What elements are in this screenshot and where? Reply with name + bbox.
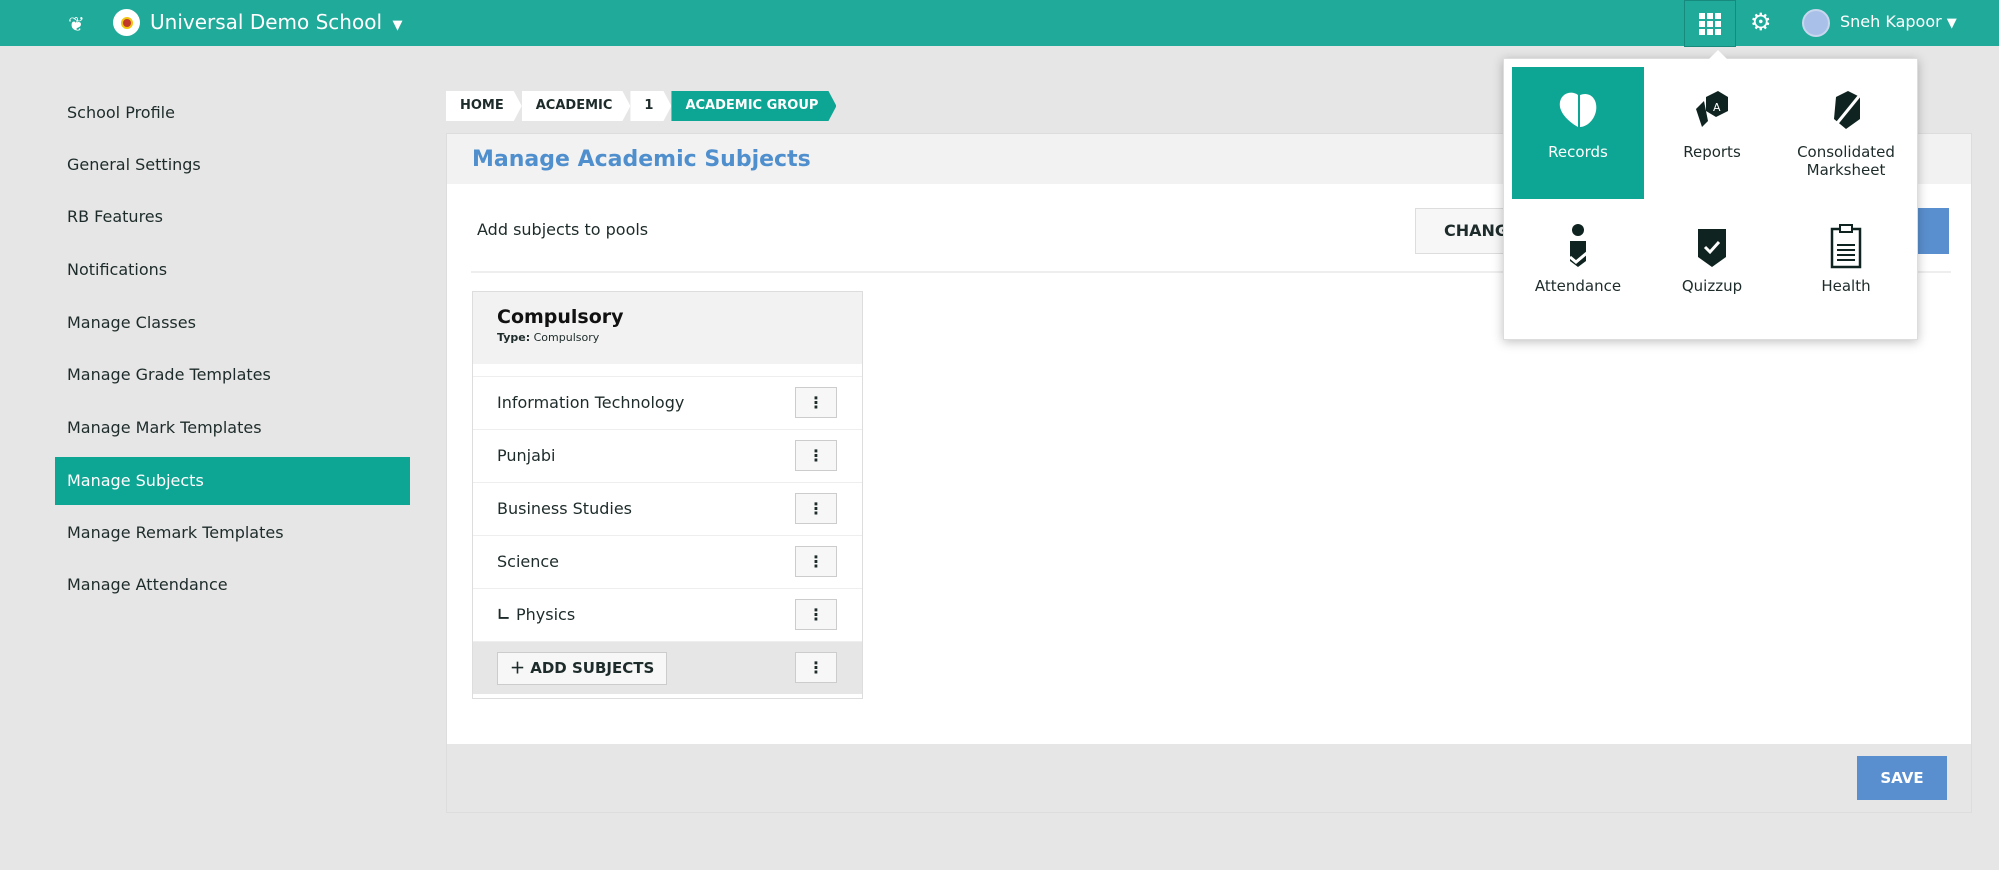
subject-name: Science bbox=[497, 552, 560, 571]
more-options-icon[interactable]: ⋮ bbox=[795, 599, 837, 630]
avatar[interactable] bbox=[1802, 9, 1830, 37]
reports-icon: A bbox=[1696, 91, 1728, 127]
app-label: Health bbox=[1821, 277, 1871, 295]
records-icon bbox=[1559, 92, 1597, 127]
list-item-partial bbox=[473, 364, 862, 376]
app-records[interactable]: Records bbox=[1512, 67, 1644, 199]
save-button[interactable]: SAVE bbox=[1857, 756, 1947, 800]
top-bar: ❦ Universal Demo School ▼ ⚙ Sneh Kapoor … bbox=[0, 0, 1999, 47]
list-item: Science ⋮ bbox=[473, 535, 862, 588]
user-menu[interactable]: Sneh Kapoor ▼ bbox=[1840, 12, 1957, 31]
sidebar-item-notifications[interactable]: Notifications bbox=[55, 246, 410, 294]
subject-name: Business Studies bbox=[497, 499, 632, 518]
marksheet-icon bbox=[1832, 91, 1862, 129]
app-quizzup[interactable]: Quizzup bbox=[1646, 201, 1778, 333]
more-options-icon[interactable]: ⋮ bbox=[795, 493, 837, 524]
more-options-icon[interactable]: ⋮ bbox=[795, 546, 837, 577]
school-logo-icon bbox=[113, 9, 140, 36]
sidebar-item-school-profile[interactable]: School Profile bbox=[55, 89, 410, 137]
breadcrumb-academic[interactable]: ACADEMIC bbox=[522, 91, 631, 121]
sidebar-item-manage-attendance[interactable]: Manage Attendance bbox=[55, 561, 410, 609]
subject-name: Information Technology bbox=[497, 393, 685, 412]
sidebar-item-manage-subjects[interactable]: Manage Subjects bbox=[55, 457, 410, 505]
sidebar-item-general-settings[interactable]: General Settings bbox=[55, 141, 410, 189]
pool-type-value: Compulsory bbox=[533, 331, 600, 344]
apps-grid-button[interactable] bbox=[1684, 0, 1736, 47]
more-options-icon[interactable]: ⋮ bbox=[795, 652, 837, 683]
user-name: Sneh Kapoor bbox=[1840, 12, 1942, 31]
breadcrumb: HOME ACADEMIC 1 ACADEMIC GROUP bbox=[446, 91, 836, 121]
sidebar-item-manage-remark-templates[interactable]: Manage Remark Templates bbox=[55, 509, 410, 557]
sidebar-item-manage-grade-templates[interactable]: Manage Grade Templates bbox=[55, 351, 410, 399]
app-label: Records bbox=[1548, 143, 1608, 161]
svg-text:A: A bbox=[1713, 101, 1721, 114]
app-label: Reports bbox=[1683, 143, 1741, 161]
pool-type: Type: Compulsory bbox=[497, 331, 838, 344]
caret-down-icon: ▼ bbox=[388, 18, 403, 33]
app-consolidated-marksheet[interactable]: Consolidated Marksheet bbox=[1780, 67, 1912, 199]
app-label: Attendance bbox=[1534, 277, 1622, 295]
app-attendance[interactable]: Attendance bbox=[1512, 201, 1644, 333]
subject-name: Punjabi bbox=[497, 446, 556, 465]
list-item: Information Technology ⋮ bbox=[473, 376, 862, 429]
attendance-icon bbox=[1569, 224, 1589, 267]
panel-footer: SAVE bbox=[447, 744, 1971, 812]
breadcrumb-home[interactable]: HOME bbox=[446, 91, 522, 121]
pool-title: Compulsory bbox=[497, 306, 624, 328]
sidebar-item-manage-classes[interactable]: Manage Classes bbox=[55, 299, 410, 347]
grid-icon bbox=[1699, 12, 1721, 35]
gear-icon[interactable]: ⚙ bbox=[1750, 8, 1772, 36]
more-options-icon[interactable]: ⋮ bbox=[795, 440, 837, 471]
add-subjects-label: ADD SUBJECTS bbox=[530, 659, 655, 677]
app-label: Quizzup bbox=[1681, 277, 1743, 295]
app-health[interactable]: Health bbox=[1780, 201, 1912, 333]
school-name: Universal Demo School bbox=[150, 10, 383, 34]
plus-icon: ＋ bbox=[510, 659, 531, 677]
quizzup-icon bbox=[1698, 229, 1726, 267]
intro-text: Add subjects to pools bbox=[477, 220, 649, 239]
more-options-icon[interactable]: ⋮ bbox=[795, 387, 837, 418]
health-icon bbox=[1830, 224, 1862, 269]
breadcrumb-1[interactable]: 1 bbox=[630, 91, 671, 121]
breadcrumb-academic-group: ACADEMIC GROUP bbox=[671, 91, 836, 121]
pool-card: Compulsory Type: Compulsory Information … bbox=[472, 291, 863, 699]
add-subjects-button[interactable]: ＋ ADD SUBJECTS bbox=[497, 652, 668, 685]
app-logo-icon[interactable]: ❦ bbox=[68, 12, 85, 36]
add-row: ＋ ADD SUBJECTS ⋮ bbox=[473, 641, 862, 694]
list-item: Business Studies ⋮ bbox=[473, 482, 862, 535]
list-item: ∟ Physics ⋮ bbox=[473, 588, 862, 641]
app-label: Consolidated Marksheet bbox=[1797, 143, 1895, 179]
list-item: Punjabi ⋮ bbox=[473, 429, 862, 482]
caret-down-icon: ▼ bbox=[1946, 16, 1957, 31]
pool-header: Compulsory Type: Compulsory bbox=[473, 292, 862, 364]
school-switcher[interactable]: Universal Demo School ▼ bbox=[150, 10, 403, 34]
sidebar-item-rb-features[interactable]: RB Features bbox=[55, 193, 410, 241]
child-indent-icon: ∟ bbox=[497, 605, 516, 624]
app-reports[interactable]: A Reports bbox=[1646, 67, 1778, 199]
page-title: Manage Academic Subjects bbox=[472, 147, 811, 172]
subject-name: Physics bbox=[515, 605, 576, 624]
pool-type-label: Type: bbox=[497, 331, 531, 344]
apps-menu: Records A Reports Consolidated Marksheet… bbox=[1503, 50, 1918, 340]
sidebar-item-manage-mark-templates[interactable]: Manage Mark Templates bbox=[55, 404, 410, 452]
